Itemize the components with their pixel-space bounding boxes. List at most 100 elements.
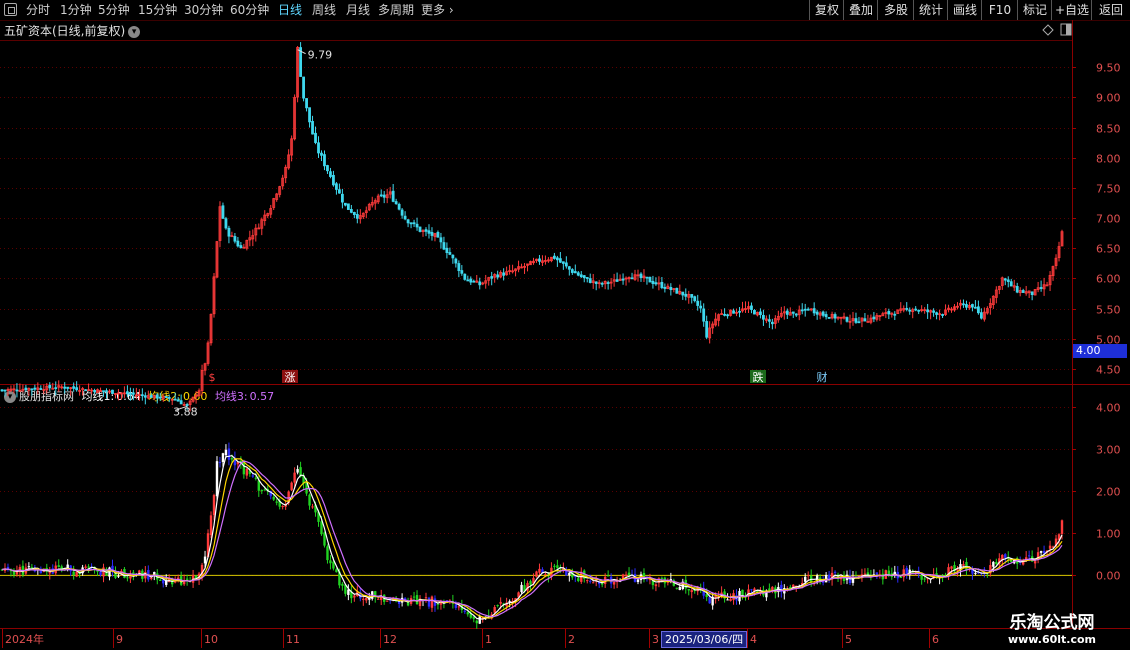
price-candle-body [1003, 278, 1007, 281]
indicator-candle-body [544, 574, 547, 576]
price-candle-body [759, 311, 762, 316]
price-candle-body [723, 313, 726, 316]
indicator-candle-body [454, 604, 458, 608]
price-candle-body [941, 314, 944, 316]
chart-area[interactable]: 4.505.005.506.006.507.007.508.008.509.00… [0, 0, 1130, 650]
high-price-label: 9.79 [308, 49, 333, 62]
month-label: 11 [286, 633, 300, 646]
indicator-candle-body [493, 607, 496, 613]
price-candle-body [176, 399, 180, 402]
indicator-candle-body [311, 506, 314, 508]
price-candle-body [699, 305, 703, 309]
indicator-candle-body [329, 560, 332, 564]
indicator-candle-body [466, 612, 470, 615]
price-candle-body [343, 202, 347, 206]
price-candle-body [379, 194, 383, 197]
price-candle-body [418, 226, 422, 232]
price-candle-body [594, 281, 598, 284]
month-label: 2024年 [5, 632, 44, 646]
indicator-y-tick-label: 1.00 [1096, 528, 1121, 541]
price-candle-body [905, 308, 909, 310]
indicator-candle-body [275, 501, 278, 503]
indicator-candle-body [57, 565, 60, 568]
indicator-candle-body [221, 453, 225, 462]
price-candle-body [690, 294, 694, 298]
event-marker[interactable]: 跌 [753, 370, 764, 384]
price-candle-body [448, 252, 452, 255]
price-candle-body [326, 165, 329, 172]
indicator-y-tick-label: 4.00 [1096, 402, 1121, 415]
price-candle-body [935, 312, 938, 315]
price-candle-body [158, 396, 162, 399]
price-candle-body [224, 218, 228, 229]
price-candle-body [93, 390, 96, 393]
price-candle-body [335, 183, 338, 190]
price-candle-body [84, 389, 88, 392]
indicator-candle-body [974, 572, 977, 574]
indicator-candle-body [768, 588, 771, 591]
price-candle-body [965, 304, 968, 308]
main-y-tick-label: 8.50 [1096, 123, 1121, 136]
ma-line-3 [1, 460, 1063, 618]
indicator-candle-body [804, 576, 807, 582]
price-candle-body [812, 308, 816, 314]
current-price-tag: 4.00 [1073, 344, 1127, 358]
price-candle-body [329, 171, 332, 177]
indicator-candle-body [1027, 555, 1031, 557]
price-candle-body [806, 308, 810, 311]
price-candle-body [126, 391, 129, 395]
price-candle-body [726, 314, 729, 317]
indicator-candle-body [212, 495, 216, 516]
price-candle-body [490, 276, 494, 279]
price-candle-body [914, 308, 918, 311]
price-candle-body [770, 321, 774, 325]
price-candle-body [833, 314, 837, 319]
price-candle-body [140, 394, 144, 397]
indicator-candle-body [496, 605, 499, 607]
event-marker[interactable]: 涨 [285, 371, 296, 384]
indicator-candle-body [750, 589, 753, 591]
ma-line-2 [1, 458, 1063, 619]
price-candle-body [606, 282, 610, 284]
price-candle-body [463, 273, 467, 280]
main-y-tick-label: 8.00 [1096, 153, 1121, 166]
indicator-y-tick-label: 0.00 [1096, 570, 1121, 583]
price-candle-body [320, 152, 323, 156]
diamond-icon[interactable] [1042, 24, 1054, 36]
price-candle-body [39, 388, 43, 390]
price-candle-body [3, 389, 7, 392]
indicator-candle-body [224, 449, 228, 456]
price-candle-body [854, 318, 858, 323]
price-candle-body [815, 311, 819, 315]
main-y-tick-label: 4.50 [1096, 364, 1121, 377]
ma-line-1 [1, 454, 1063, 620]
indicator-candle-body [535, 571, 538, 577]
indicator-candle-body [950, 566, 953, 569]
indicator-candle-body [326, 546, 329, 561]
indicator-candle-body [281, 506, 284, 508]
price-candle-body [412, 222, 416, 225]
price-candle-body [66, 386, 70, 389]
indicator-candle-body [499, 601, 502, 604]
indicator-candle-body [377, 598, 380, 600]
indicator-candle-body [150, 577, 153, 580]
price-candle-body [908, 309, 912, 312]
price-candle-body [926, 309, 930, 313]
main-y-tick-label: 7.50 [1096, 183, 1121, 196]
price-candle-body [675, 287, 679, 294]
indicator-candle-body [612, 581, 616, 585]
price-candle-body [976, 306, 980, 314]
month-label: 12 [383, 633, 397, 646]
price-candle-body [651, 280, 655, 284]
price-candle-body [179, 400, 183, 405]
indicator-candle-body [72, 571, 75, 576]
price-candle-body [305, 98, 308, 109]
indicator-candle-body [260, 489, 263, 492]
price-candle-body [427, 230, 431, 234]
indicator-candle-body [833, 571, 837, 573]
price-candle-body [648, 276, 652, 283]
event-marker[interactable]: $ [209, 371, 216, 384]
price-candle-body [588, 278, 592, 283]
price-candle-body [639, 273, 643, 279]
event-marker[interactable]: 财 [817, 370, 828, 384]
